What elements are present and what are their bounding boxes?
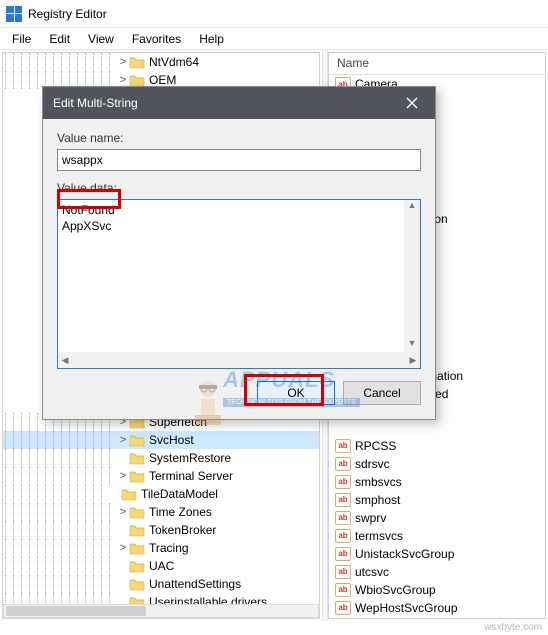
textarea-hscrollbar[interactable]: ◀▶	[58, 352, 420, 368]
tree-item-label: UAC	[149, 559, 174, 573]
tree-hscrollbar[interactable]	[3, 604, 319, 618]
menu-edit[interactable]: Edit	[41, 30, 78, 48]
list-item-label: termsvcs	[355, 529, 403, 543]
list-item-label: WbioSvcGroup	[355, 583, 436, 597]
value-name-input[interactable]	[57, 149, 421, 171]
reg-multisz-icon: ab	[335, 565, 351, 579]
cancel-button[interactable]: Cancel	[343, 381, 421, 405]
list-item[interactable]: ab UnistackSvcGroup	[329, 545, 545, 563]
tree-item[interactable]: UnattendSettings	[3, 575, 319, 593]
chevron-right-icon[interactable]: >	[117, 542, 129, 554]
chevron-right-icon[interactable]: >	[117, 470, 129, 482]
scroll-up-icon[interactable]: ▲	[408, 200, 417, 214]
folder-icon	[129, 559, 145, 573]
value-name-label: Value name:	[57, 131, 421, 145]
list-item[interactable]: abWerSvcGroup	[329, 617, 545, 619]
textarea-vscrollbar[interactable]: ▲▼	[404, 200, 420, 352]
folder-icon	[129, 73, 145, 87]
reg-multisz-icon: ab	[335, 583, 351, 597]
tree-item[interactable]: UAC	[3, 557, 319, 575]
reg-multisz-icon: ab	[335, 493, 351, 507]
reg-multisz-icon: ab	[335, 547, 351, 561]
tree-item-label: OEM	[149, 73, 176, 87]
folder-icon	[121, 487, 137, 501]
tree-item[interactable]: TileDataModel	[3, 485, 319, 503]
tree-item-label: UnattendSettings	[149, 577, 241, 591]
tree-item[interactable]: > Terminal Server	[3, 467, 319, 485]
tree-item[interactable]: > Tracing	[3, 539, 319, 557]
tree-item-label: SvcHost	[149, 433, 194, 447]
reg-multisz-icon: ab	[335, 529, 351, 543]
list-item[interactable]: ab smphost	[329, 491, 545, 509]
list-item[interactable]: ab WepHostSvcGroup	[329, 599, 545, 617]
list-item[interactable]: ab smbsvcs	[329, 473, 545, 491]
chevron-right-icon[interactable]: >	[117, 434, 129, 446]
chevron-right-icon[interactable]: >	[117, 506, 129, 518]
dialog-titlebar[interactable]: Edit Multi-String	[43, 87, 435, 119]
tree-item-label: TileDataModel	[141, 487, 218, 501]
title-bar: Registry Editor	[0, 0, 548, 28]
window-title: Registry Editor	[28, 7, 107, 21]
menu-favorites[interactable]: Favorites	[124, 30, 189, 48]
scroll-down-icon[interactable]: ▼	[408, 338, 417, 352]
folder-icon	[129, 505, 145, 519]
value-data-box: ▲▼ ◀▶	[57, 199, 421, 369]
tree-item-label: Time Zones	[149, 505, 212, 519]
tree-item-label: TokenBroker	[149, 523, 216, 537]
folder-icon	[129, 523, 145, 537]
chevron-right-icon[interactable]: >	[117, 74, 129, 86]
tree-item[interactable]: > NtVdm64	[3, 53, 319, 71]
reg-multisz-icon: ab	[335, 475, 351, 489]
list-item-label: swprv	[355, 511, 386, 525]
list-item-label: smphost	[355, 493, 400, 507]
reg-multisz-icon: ab	[335, 457, 351, 471]
folder-icon	[129, 541, 145, 555]
tree-item[interactable]: > Time Zones	[3, 503, 319, 521]
edit-multistring-dialog: Edit Multi-String Value name: Value data…	[42, 86, 436, 420]
scroll-right-icon[interactable]: ▶	[406, 355, 420, 366]
tree-item[interactable]: TokenBroker	[3, 521, 319, 539]
menu-bar: File Edit View Favorites Help	[0, 28, 548, 50]
tree-item-label: Tracing	[149, 541, 189, 555]
list-item-label: UnistackSvcGroup	[355, 547, 454, 561]
list-item[interactable]: ab sdrsvc	[329, 455, 545, 473]
close-icon[interactable]	[399, 93, 425, 113]
dialog-title: Edit Multi-String	[53, 96, 138, 110]
list-item[interactable]: ab termsvcs	[329, 527, 545, 545]
list-item[interactable]: ab utcsvc	[329, 563, 545, 581]
list-item[interactable]: ab RPCSS	[329, 437, 545, 455]
folder-icon	[129, 469, 145, 483]
list-item[interactable]: abswprv	[329, 509, 545, 527]
reg-multisz-icon: ab	[335, 511, 351, 525]
ok-button[interactable]: OK	[257, 381, 335, 405]
registry-editor-icon	[6, 6, 22, 22]
folder-icon	[129, 433, 145, 447]
tree-item-label: NtVdm64	[149, 55, 199, 69]
value-data-textarea[interactable]	[58, 200, 404, 352]
list-item-label: WepHostSvcGroup	[355, 601, 458, 615]
tree-item[interactable]: SystemRestore	[3, 449, 319, 467]
tree-item-label: SystemRestore	[149, 451, 231, 465]
folder-icon	[129, 451, 145, 465]
list-item-label: utcsvc	[355, 565, 389, 579]
list-item-label: smbsvcs	[355, 475, 402, 489]
scroll-left-icon[interactable]: ◀	[58, 355, 72, 366]
menu-view[interactable]: View	[80, 30, 122, 48]
chevron-right-icon[interactable]: >	[117, 56, 129, 68]
value-data-label: Value data:	[57, 181, 421, 195]
reg-multisz-icon: ab	[335, 601, 351, 615]
tree-item-label: Terminal Server	[149, 469, 233, 483]
list-item-label: sdrsvc	[355, 457, 390, 471]
reg-multisz-icon: ab	[335, 439, 351, 453]
list-item-label: RPCSS	[355, 439, 396, 453]
list-column-name[interactable]: Name	[329, 53, 545, 75]
menu-help[interactable]: Help	[191, 30, 232, 48]
folder-icon	[129, 577, 145, 591]
folder-icon	[129, 55, 145, 69]
menu-file[interactable]: File	[4, 30, 39, 48]
tree-item[interactable]: > SvcHost	[3, 431, 319, 449]
list-item[interactable]: ab WbioSvcGroup	[329, 581, 545, 599]
footer-watermark: wsxbyte.com	[484, 622, 542, 633]
